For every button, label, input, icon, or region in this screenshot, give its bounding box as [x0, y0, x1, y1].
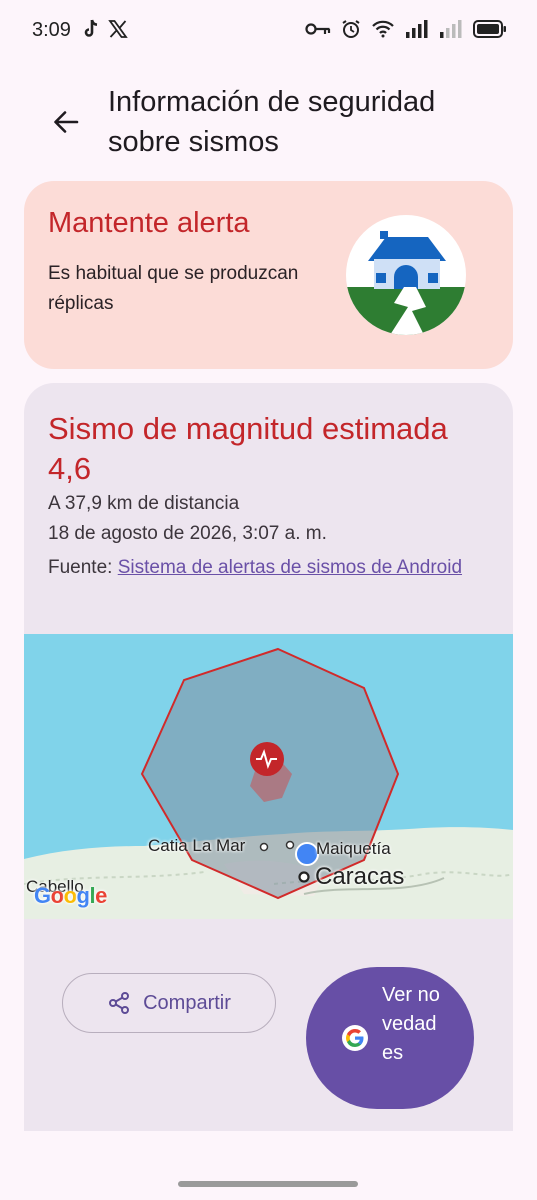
see-news-label: Ver novedades — [382, 984, 440, 1064]
alert-title: Mantente alerta — [48, 207, 250, 239]
house-quake-icon — [346, 215, 466, 335]
share-icon — [109, 992, 130, 1014]
source-prefix: Fuente: — [48, 557, 113, 578]
alert-text: Es habitual que se produzcan réplicas — [48, 263, 299, 314]
wifi-icon — [372, 20, 394, 38]
back-button[interactable] — [44, 100, 88, 144]
map-canvas — [24, 634, 513, 919]
status-bar: 3:09 — [0, 0, 537, 64]
quake-magnitude-title: Sismo de magnitud estimada 4,6 — [48, 411, 448, 486]
map-label-caracas: Caracas — [315, 863, 405, 890]
quake-map[interactable]: Catia La Mar Maiquetía Caracas Cabello G… — [24, 634, 513, 919]
google-logo: Google — [34, 883, 107, 908]
map-label-maiquetia: Maiquetía — [316, 839, 391, 858]
quake-card: Sismo de magnitud estimada 4,6 A 37,9 km… — [24, 383, 513, 1131]
source-link[interactable]: Sistema de alertas de sismos de Android — [118, 557, 462, 578]
signal-icon — [440, 20, 462, 38]
alert-card: Mantente alerta Es habitual que se produ… — [24, 181, 513, 369]
google-g-icon — [342, 1025, 368, 1051]
battery-icon — [473, 20, 506, 38]
share-label: Compartir — [143, 991, 231, 1014]
tiktok-icon — [84, 19, 98, 37]
page-title: Información de seguridad sobre sismos — [108, 86, 436, 158]
x-icon — [108, 20, 128, 38]
share-button[interactable]: Compartir — [62, 973, 276, 1033]
status-system-icons — [305, 19, 507, 39]
quake-datetime: 18 de agosto de 2026, 3:07 a. m. — [48, 523, 327, 544]
top-app-bar: Información de seguridad sobre sismos — [0, 70, 537, 170]
quake-distance: A 37,9 km de distancia — [48, 493, 240, 514]
status-notification-icons — [82, 19, 128, 39]
arrow-back-icon — [54, 111, 79, 133]
signal-icon — [406, 20, 428, 38]
alarm-icon — [342, 20, 360, 38]
gesture-nav-handle[interactable] — [178, 1181, 358, 1187]
see-news-button[interactable]: Ver novedades — [306, 967, 474, 1109]
map-label-catia: Catia La Mar — [148, 836, 246, 855]
quake-source: Fuente: Sistema de alertas de sismos de … — [48, 553, 468, 583]
status-time: 3:09 — [32, 19, 71, 41]
key-icon — [305, 23, 331, 35]
